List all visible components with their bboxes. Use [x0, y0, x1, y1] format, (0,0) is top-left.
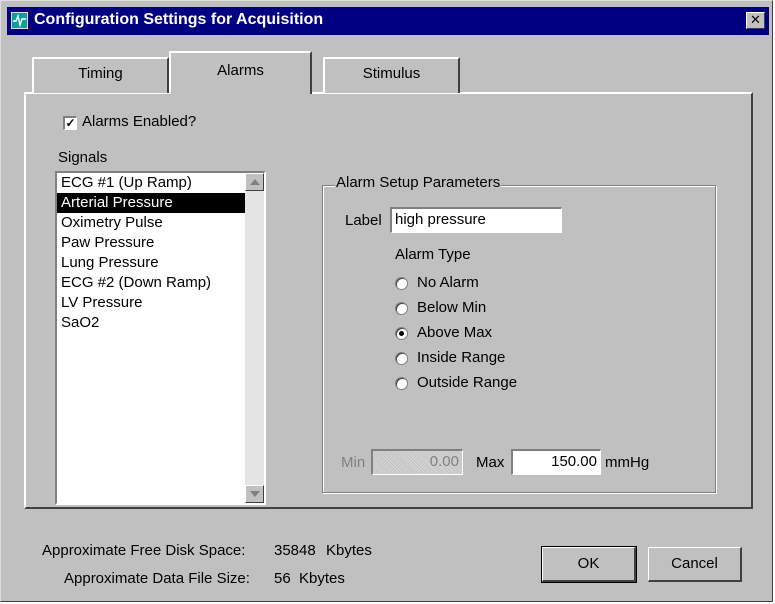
max-caption: Max: [476, 454, 505, 471]
free-disk-value: 35848: [274, 542, 316, 559]
cancel-button[interactable]: Cancel: [648, 547, 742, 582]
list-item[interactable]: Paw Pressure: [57, 233, 264, 253]
max-input[interactable]: 150.00: [511, 449, 601, 475]
list-item[interactable]: Arterial Pressure: [57, 193, 264, 213]
list-item[interactable]: ECG #2 (Down Ramp): [57, 273, 264, 293]
listbox-scrollbar[interactable]: [245, 173, 264, 503]
alarms-enabled-label[interactable]: Alarms Enabled?: [82, 113, 196, 130]
window-title: Configuration Settings for Acquisition: [34, 11, 324, 28]
ok-button[interactable]: OK: [541, 546, 637, 583]
free-disk-label: Approximate Free Disk Space:: [42, 542, 246, 559]
radio-label[interactable]: No Alarm: [417, 274, 479, 291]
radio-outside-range[interactable]: [395, 377, 408, 390]
signals-listbox[interactable]: ECG #1 (Up Ramp) Arterial Pressure Oxime…: [55, 171, 266, 505]
tab-stimulus[interactable]: Stimulus: [323, 57, 460, 93]
dialog-window: Configuration Settings for Acquisition ✕…: [0, 0, 773, 602]
close-icon[interactable]: ✕: [746, 12, 765, 29]
scroll-up-button[interactable]: [245, 173, 264, 191]
tab-timing[interactable]: Timing: [32, 57, 169, 93]
list-item[interactable]: LV Pressure: [57, 293, 264, 313]
radio-label[interactable]: Inside Range: [417, 349, 505, 366]
signals-label: Signals: [58, 149, 108, 166]
alarms-enabled-checkbox[interactable]: ✓: [63, 116, 77, 130]
file-size-value: 56: [274, 570, 291, 587]
list-item[interactable]: ECG #1 (Up Ramp): [57, 173, 264, 193]
min-caption: Min: [341, 454, 366, 471]
radio-inside-range[interactable]: [395, 352, 408, 365]
unit-label: mmHg: [605, 454, 650, 471]
list-item[interactable]: Oximetry Pulse: [57, 213, 264, 233]
title-bar[interactable]: Configuration Settings for Acquisition ✕: [7, 7, 769, 35]
alarm-label-input[interactable]: high pressure: [390, 207, 562, 233]
min-input: 0.00: [371, 449, 463, 475]
radio-above-max[interactable]: [395, 327, 408, 340]
radio-label[interactable]: Outside Range: [417, 374, 517, 391]
arrow-up-icon: [250, 179, 260, 185]
radio-no-alarm[interactable]: [395, 277, 408, 290]
scroll-down-button[interactable]: [245, 485, 264, 503]
list-item[interactable]: SaO2: [57, 313, 264, 333]
waveform-icon: [11, 12, 28, 29]
arrow-down-icon: [250, 491, 260, 497]
file-size-label: Approximate Data File Size:: [64, 570, 250, 587]
label-caption: Label: [345, 212, 382, 229]
free-disk-unit: Kbytes: [326, 542, 372, 559]
radio-label[interactable]: Above Max: [417, 324, 492, 341]
file-size-unit: Kbytes: [299, 570, 345, 587]
list-item[interactable]: Lung Pressure: [57, 253, 264, 273]
radio-label[interactable]: Below Min: [417, 299, 486, 316]
radio-below-min[interactable]: [395, 302, 408, 315]
alarm-type-caption: Alarm Type: [395, 246, 471, 263]
tab-alarms[interactable]: Alarms: [169, 51, 312, 94]
radio-selected-dot: [399, 331, 404, 336]
alarm-setup-title: Alarm Setup Parameters: [335, 174, 502, 191]
